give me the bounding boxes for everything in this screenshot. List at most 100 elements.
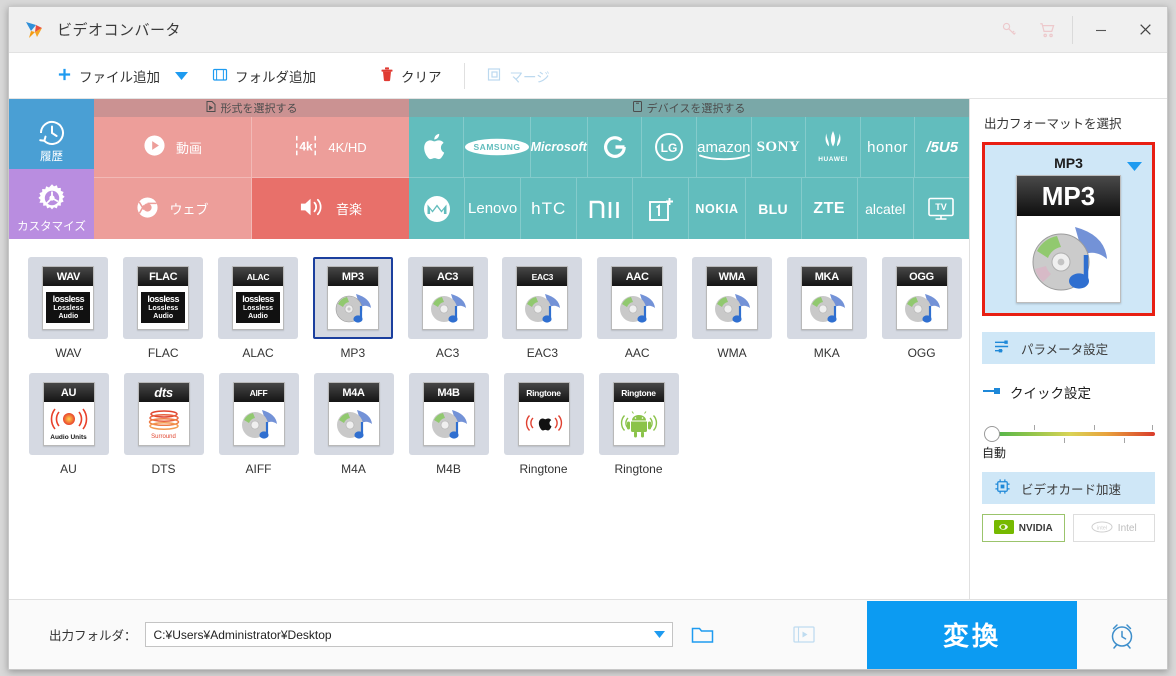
folder-open-icon[interactable] [691,625,715,645]
category-tile-web[interactable]: ウェブ [94,178,252,239]
format-card-ringtone-android[interactable]: Ringtone Ringtone [591,369,686,476]
format-card-aiff[interactable]: AIFF AIFF [211,369,306,476]
format-card-ogg[interactable]: OGG OGG [874,253,969,360]
device-tile-asus[interactable]: /5U5 [915,117,969,178]
format-card-flac[interactable]: FLAC lossless Lossless Audio FLAC [116,253,211,360]
quick-settings-link[interactable]: クイック設定 [982,382,1155,402]
film-preview-icon[interactable] [792,625,815,644]
category-tile-4khd[interactable]: 4k 4K/HD [252,117,409,178]
format-card-label: AC3 [435,346,460,360]
quality-slider[interactable]: 自動 [982,424,1155,460]
device-tile-sony[interactable]: SONY [751,117,807,178]
device-tile-zte[interactable]: ZTE [801,178,858,239]
device-tile-samsung[interactable]: SAMSUNG [463,117,531,178]
device-tile-honor[interactable]: honor [860,117,916,178]
device-tile-xiaomi[interactable] [577,178,634,239]
slider-knob[interactable] [984,426,1000,442]
device-tile-lg[interactable]: LG [642,117,698,178]
slider-tick [1152,425,1153,430]
sidebar-item-customize[interactable]: カスタマイズ [9,169,94,239]
device-tile-oneplus[interactable] [633,178,690,239]
app-logo-icon [23,19,45,41]
format-card-label: FLAC [147,346,179,360]
tab-select-format[interactable]: 形式を選択する [94,99,409,117]
format-card-aac[interactable]: AAC AAC [590,253,685,360]
card-badge: M4B [423,383,474,402]
bottom-bar: 出力フォルダ： 変換 [9,599,1167,669]
format-card-label: M4B [436,462,461,476]
device-tile-microsoft[interactable]: Microsoft [530,117,588,178]
add-file-button[interactable]: ファイル追加 [49,53,168,99]
card-badge: AC3 [422,267,473,286]
format-card-wav[interactable]: WAV lossless Lossless Audio WAV [21,253,116,360]
format-card-au[interactable]: AU Audio Units AU [21,369,116,476]
device-tile-amazon[interactable]: amazon [697,117,752,178]
disc-note-art [335,293,371,323]
intel-badge[interactable]: intel Intel [1072,514,1155,542]
cart-icon[interactable] [1028,7,1066,53]
output-folder-input[interactable] [145,623,648,646]
device-tile-motorola[interactable] [409,178,466,239]
clear-button[interactable]: クリア [372,53,450,99]
format-card-m4b[interactable]: M4B M4B [401,369,496,476]
card-badge: FLAC [138,267,189,286]
card-badge: EAC3 [517,267,568,286]
slider-tick [1064,438,1065,443]
tab-select-device[interactable]: デバイスを選択する [409,99,969,117]
main-body: 履歴 カスタマイズ 形式を選択する デバイスを選択する 動画 4k 4K/HD … [9,99,1167,599]
convert-button[interactable]: 変換 [867,600,1077,669]
category-tile-video-label: 動画 [175,140,202,156]
device-tile-blu[interactable]: BLU [745,178,802,239]
format-card-alac[interactable]: ALAC lossless Lossless Audio ALAC [211,253,306,360]
minimize-button[interactable] [1079,7,1123,53]
format-card-row-1: WAV lossless Lossless Audio WAV FLAC los… [21,253,969,360]
format-card-mka[interactable]: MKA MKA [779,253,874,360]
format-card-mp3[interactable]: MP3 MP3 [305,253,400,360]
format-card-label: MP3 [340,346,366,360]
device-tile-lenovo[interactable]: Lenovo [465,178,522,239]
selected-format-name: MP3 [1054,155,1083,171]
gpu-acceleration-button[interactable]: ビデオカード加速 [982,472,1155,504]
device-tile-alcatel[interactable]: alcatel [857,178,914,239]
format-card-ac3[interactable]: AC3 AC3 [400,253,495,360]
device-tile-apple[interactable] [409,117,464,178]
category-tile-music-label: 音楽 [335,202,362,217]
format-card-ringtone-apple[interactable]: Ringtone Ringtone [496,369,591,476]
card-badge: MKA [801,267,852,286]
format-card-label: WAV [55,346,82,360]
svg-text:4k: 4k [300,139,314,153]
speaker-icon [299,196,326,221]
format-card-m4a[interactable]: M4A M4A [306,369,401,476]
tab-row: 形式を選択する デバイスを選択する [94,99,969,117]
chevron-down-icon[interactable] [1127,158,1142,176]
key-icon[interactable] [990,7,1028,53]
format-card-dts[interactable]: dts Surround DTS [116,369,211,476]
parameter-settings-button[interactable]: パラメータ設定 [982,332,1155,364]
nvidia-badge[interactable]: NVIDIA [982,514,1065,542]
output-folder-field[interactable] [144,622,673,647]
category-tile-video[interactable]: 動画 [94,117,252,178]
add-file-dropdown-button[interactable] [168,53,194,99]
titlebar-divider [1072,15,1073,44]
merge-button[interactable]: マージ [479,53,558,99]
sidebar-item-history[interactable]: 履歴 [9,99,94,169]
output-format-preview[interactable]: MP3 MP3 [982,142,1155,316]
format-card-eac3[interactable]: EAC3 EAC3 [495,253,590,360]
format-card-wma[interactable]: WMA WMA [685,253,780,360]
device-tile-tv[interactable]: TV [913,178,969,239]
close-button[interactable] [1123,7,1167,53]
card-badge: AIFF [233,383,284,402]
category-tile-music[interactable]: 音楽 [252,178,409,239]
right-panel: 出力フォーマットを選択 MP3 MP3 パラメータ設定 クイック設定 自動 ビデ… [969,99,1167,599]
add-folder-button[interactable]: フォルダ追加 [204,53,324,99]
format-card-label: WMA [717,346,747,360]
device-tile-huawei[interactable]: HUAWEI [806,117,861,178]
alarm-clock-icon[interactable] [1077,601,1167,669]
chip-icon [994,478,1011,498]
device-tile-nokia[interactable]: NOKIA [689,178,746,239]
output-folder-dropdown-button[interactable] [648,623,672,646]
title-bar: ビデオコンバータ [9,7,1167,53]
device-tile-google[interactable] [587,117,643,178]
device-column: SAMSUNG Microsoft LG amazon SONY HUAWEI … [409,117,969,239]
device-tile-htc[interactable]: hTC [521,178,578,239]
